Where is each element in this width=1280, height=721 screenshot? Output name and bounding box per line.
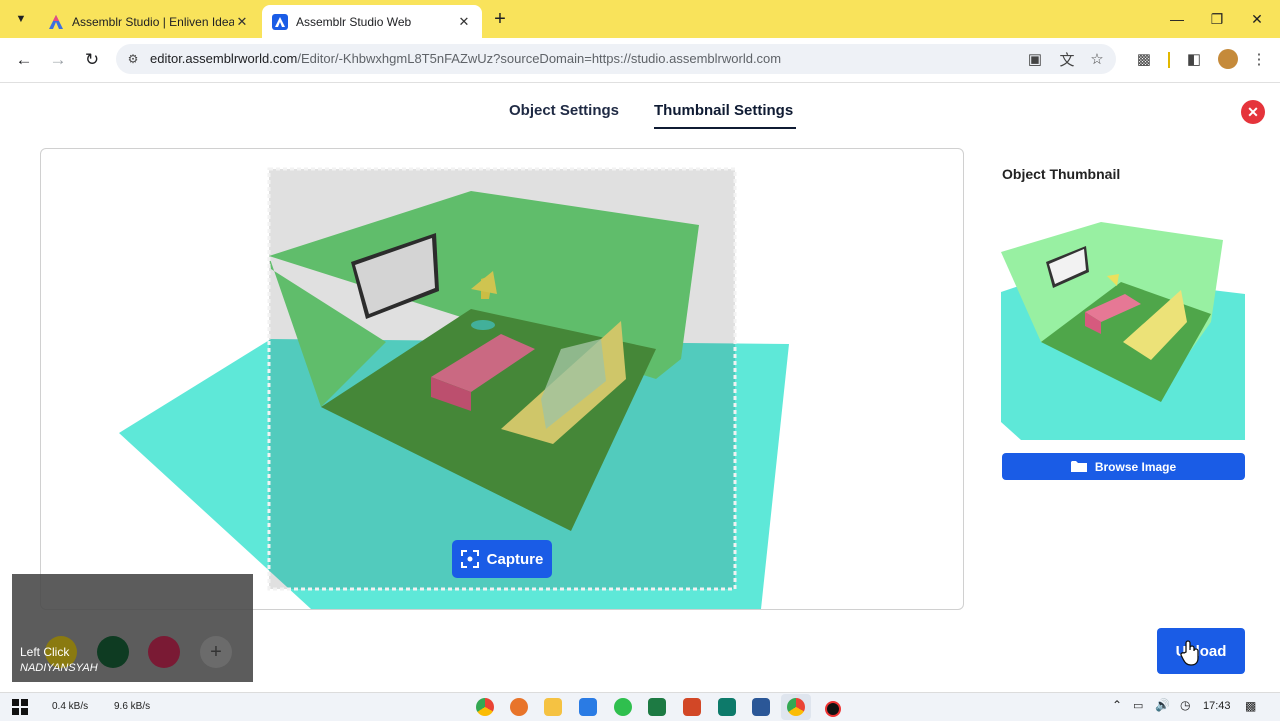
assemblr-web-logo-icon [272,13,288,30]
excel-taskbar-icon[interactable] [648,698,666,716]
browser-tab-strip: ▼ Assemblr Studio | Enliven Ideas ✕ Asse… [0,0,1280,38]
windows-start-icon[interactable] [12,699,28,715]
browser-tab-editor[interactable]: Assemblr Studio Web ✕ [262,5,482,38]
capture-focus-icon [460,550,479,568]
tab-search-dropdown-icon[interactable]: ▼ [8,7,34,31]
recorder-taskbar-icon[interactable] [825,701,841,717]
bookmark-star-icon[interactable]: ☆ [1086,48,1108,70]
tab-thumbnail-settings[interactable]: Thumbnail Settings [654,102,793,119]
active-tab-indicator [654,127,796,129]
browse-image-label: Browse Image [1094,459,1177,474]
network-upload-speed: 0.4 kB/s [52,701,89,712]
profile-avatar[interactable] [1218,49,1238,69]
install-app-icon[interactable]: ▣ [1024,48,1046,70]
capture-button[interactable]: Capture [452,540,552,578]
browse-image-button[interactable]: Browse Image [1002,453,1245,480]
reload-icon[interactable]: ↻ [80,48,104,72]
color-swatch-maroon[interactable] [148,636,180,668]
forward-icon[interactable]: → [46,48,70,72]
menu-kebab-icon[interactable]: ⋮ [1248,48,1270,70]
site-info-icon[interactable]: ⚙ [124,50,142,68]
capture-label: Capture [486,550,544,568]
hand-cursor-icon [1180,640,1199,666]
chrome-taskbar-icon[interactable] [476,698,494,716]
object-thumbnail-title: Object Thumbnail [1002,166,1121,182]
capture-region-shade [269,169,735,589]
click-action-label: Left Click [20,645,70,659]
volume-icon[interactable]: 🔊 [1155,698,1170,712]
assemblr-logo-icon [49,14,63,29]
extensions-icon[interactable]: ▩ [1133,48,1155,70]
wifi-icon[interactable]: ◷ [1180,698,1190,712]
toolbar-divider [1168,52,1170,68]
window-close-icon[interactable]: ✕ [1242,8,1272,30]
windows-taskbar: 0.4 kB/s 9.6 kB/s ⌃ ▭ 🔊 ◷ 17:43 ▩ [0,692,1280,721]
minimize-icon[interactable]: — [1162,8,1192,30]
object-thumbnail-image [1001,222,1245,442]
chrome-active-taskbar-icon[interactable] [787,698,805,716]
publisher-taskbar-icon[interactable] [718,698,736,716]
word-taskbar-icon[interactable] [752,698,770,716]
back-icon[interactable]: ← [12,48,36,72]
notifications-icon[interactable]: ▩ [1245,699,1256,713]
new-tab-icon[interactable]: + [488,8,512,30]
vscode-taskbar-icon[interactable] [579,698,597,716]
network-download-speed: 9.6 kB/s [114,701,151,712]
firefox-taskbar-icon[interactable] [510,698,528,716]
clock-time[interactable]: 17:43 [1203,700,1231,712]
address-bar[interactable]: ⚙ editor.assemblrworld.com/Editor/-Khbwx… [116,44,1116,74]
color-swatch-green[interactable] [97,636,129,668]
close-dialog-button[interactable]: ✕ [1241,100,1265,124]
close-tab-icon[interactable]: ✕ [234,14,250,30]
powerpoint-taskbar-icon[interactable] [683,698,701,716]
file-explorer-taskbar-icon[interactable] [544,698,562,716]
tab-title: Assemblr Studio Web [296,14,412,29]
close-tab-icon[interactable]: ✕ [456,14,472,30]
tab-title: Assemblr Studio | Enliven Ideas [72,14,234,29]
whatsapp-taskbar-icon[interactable] [614,698,632,716]
battery-icon[interactable]: ▭ [1133,699,1143,712]
folder-icon [1070,461,1087,472]
tray-expand-icon[interactable]: ⌃ [1112,698,1122,712]
browser-tab-studio[interactable]: Assemblr Studio | Enliven Ideas ✕ [38,5,260,38]
browser-toolbar: ← → ↻ ⚙ editor.assemblrworld.com/Editor/… [0,38,1280,83]
tab-object-settings[interactable]: Object Settings [509,102,619,119]
side-panel-icon[interactable]: ◧ [1183,48,1205,70]
restore-icon[interactable]: ❐ [1202,8,1232,30]
url-text: editor.assemblrworld.com/Editor/-Khbwxhg… [150,51,782,66]
watermark-username: NADIYANSYAH [20,662,98,674]
add-color-icon[interactable]: + [200,636,232,668]
translate-icon[interactable]: 文 [1056,48,1078,70]
